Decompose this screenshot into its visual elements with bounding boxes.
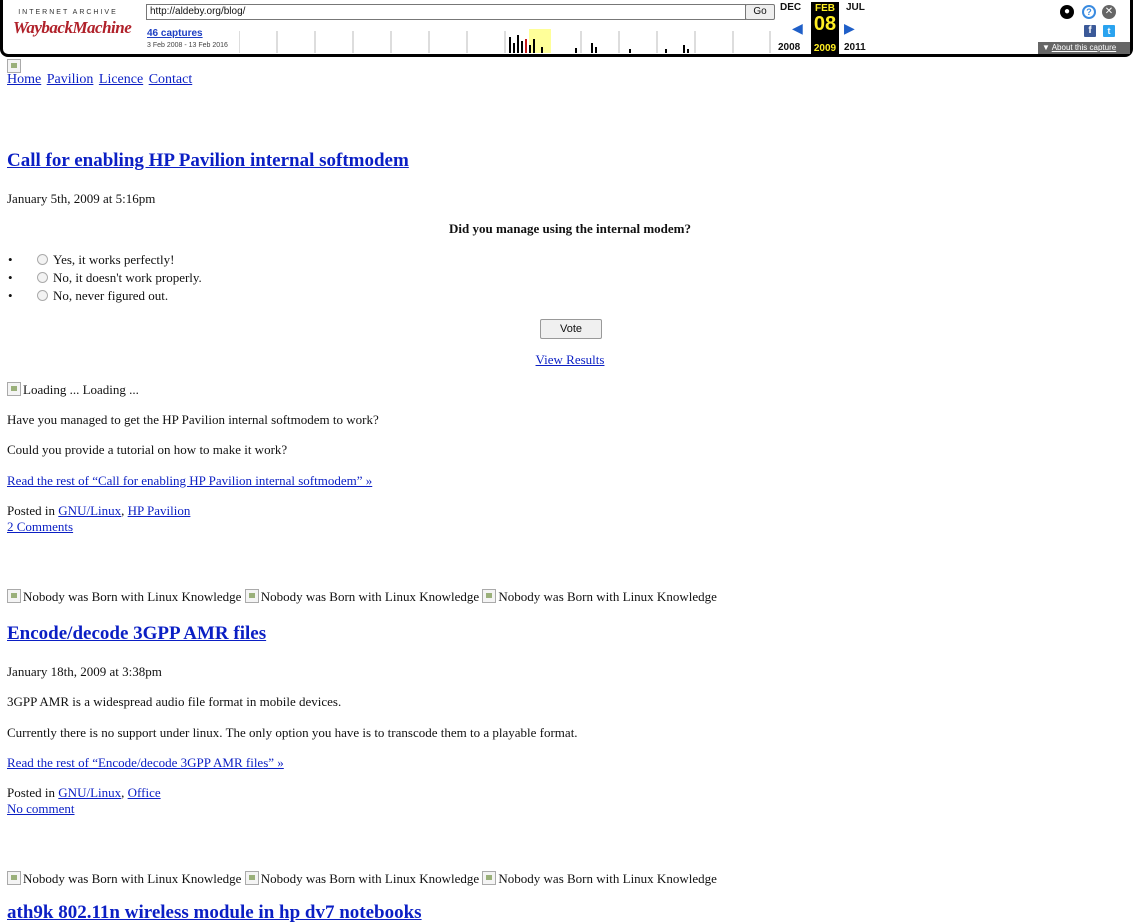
nav-licence[interactable]: Licence — [99, 72, 143, 87]
vote-button[interactable]: Vote — [540, 319, 602, 339]
category-link[interactable]: GNU/Linux — [58, 503, 121, 518]
read-more: Read the rest of “Encode/decode 3GPP AMR… — [7, 755, 284, 771]
toolbar-icons: ● ? ✕ f t — [1050, 5, 1120, 45]
about-capture-button[interactable]: ▼ About this capture — [1038, 42, 1130, 54]
post-date: January 5th, 2009 at 5:16pm — [7, 191, 156, 206]
poll-option: • No, it doesn't work properly. — [8, 270, 202, 285]
poll-question: Did you manage using the internal modem? — [449, 221, 691, 236]
poll-option: • No, never figured out. — [8, 288, 169, 303]
read-more-link[interactable]: Read the rest of “Call for enabling HP P… — [7, 473, 372, 488]
banner-alt: Nobody was Born with Linux Knowledge — [23, 871, 242, 886]
user-icon[interactable]: ● — [1060, 5, 1074, 19]
comments: 2 Comments — [7, 519, 73, 535]
banner-alt: Nobody was Born with Linux Knowledge — [498, 871, 717, 886]
banner-image — [7, 589, 21, 603]
category-link[interactable]: Office — [128, 785, 161, 800]
nav-home[interactable]: Home — [7, 72, 41, 87]
next-arrow-icon[interactable]: ▶ — [844, 20, 855, 37]
post-date: January 18th, 2009 at 3:38pm — [7, 664, 162, 679]
poll-radio[interactable] — [37, 272, 48, 283]
prev-year[interactable]: 2008 — [778, 42, 800, 53]
capture-sparkline[interactable] — [239, 27, 771, 53]
logo-main-text: WaybackMachine — [13, 18, 132, 37]
banner-alt: Nobody was Born with Linux Knowledge — [260, 589, 480, 604]
category-link[interactable]: HP Pavilion — [128, 503, 191, 518]
wayback-logo[interactable]: INTERNET ARCHIVE WaybackMachine — [13, 3, 132, 43]
post-paragraph: Currently there is no support under linu… — [7, 725, 578, 740]
banner-image — [7, 871, 21, 885]
post-title-link[interactable]: Call for enabling HP Pavilion internal s… — [7, 150, 409, 171]
posted-in-label: Posted in — [7, 785, 59, 800]
help-icon[interactable]: ? — [1082, 5, 1096, 19]
view-results-link[interactable]: View Results — [536, 352, 605, 367]
view-results: View Results — [0, 352, 1140, 368]
category-link[interactable]: GNU/Linux — [58, 785, 121, 800]
current-day: 08 — [813, 13, 837, 35]
close-icon[interactable]: ✕ — [1102, 5, 1116, 19]
post-title: Encode/decode 3GPP AMR files — [7, 623, 266, 645]
comments-link[interactable]: 2 Comments — [7, 519, 73, 534]
captures-count[interactable]: 46 captures — [147, 28, 203, 39]
banner-image — [244, 589, 259, 603]
poll-option: • Yes, it works perfectly! — [8, 252, 175, 267]
banner-alt: Nobody was Born with Linux Knowledge — [498, 589, 717, 604]
prev-month[interactable]: DEC — [780, 2, 801, 13]
poll-option-label: Yes, it works perfectly! — [53, 252, 175, 267]
loading-image — [7, 382, 21, 396]
month-navigator: DEC 2008 ◀ FEB 08 2009 ▶ JUL 2011 — [778, 2, 878, 56]
banner-row: Nobody was Born with Linux Knowledge Nob… — [7, 871, 717, 887]
poll-option-label: No, it doesn't work properly. — [53, 270, 202, 285]
facebook-icon[interactable]: f — [1084, 25, 1096, 37]
url-input[interactable]: http://aldeby.org/blog/ — [146, 4, 746, 20]
go-button[interactable]: Go — [745, 4, 775, 20]
post-paragraph: 3GPP AMR is a widespread audio file form… — [7, 694, 342, 709]
banner-image — [482, 589, 497, 603]
post-title: ath9k 802.11n wireless module in hp dv7 … — [7, 902, 422, 924]
next-month[interactable]: JUL — [846, 2, 865, 13]
banner-alt: Nobody was Born with Linux Knowledge — [260, 871, 480, 886]
post-paragraph: Could you provide a tutorial on how to m… — [7, 442, 288, 457]
current-year: 2009 — [813, 43, 837, 54]
read-more-link[interactable]: Read the rest of “Encode/decode 3GPP AMR… — [7, 755, 284, 770]
comments: No comment — [7, 801, 75, 817]
banner-image — [482, 871, 497, 885]
main-nav: Home Pavilion Licence Contact — [7, 72, 194, 88]
post-categories: Posted in GNU/Linux, HP Pavilion — [7, 503, 190, 519]
post-categories: Posted in GNU/Linux, Office — [7, 785, 161, 801]
poll-radio[interactable] — [37, 290, 48, 301]
header-image — [7, 59, 21, 73]
poll-radio[interactable] — [37, 254, 48, 265]
post-title-link[interactable]: ath9k 802.11n wireless module in hp dv7 … — [7, 902, 422, 923]
next-year[interactable]: 2011 — [844, 42, 866, 53]
banner-row: Nobody was Born with Linux Knowledge Nob… — [7, 589, 717, 605]
captures-range: 3 Feb 2008 - 13 Feb 2016 — [147, 42, 228, 49]
posted-in-label: Posted in — [7, 503, 59, 518]
prev-arrow-icon[interactable]: ◀ — [792, 20, 803, 37]
banner-image — [244, 871, 259, 885]
logo-top-text: INTERNET ARCHIVE — [18, 9, 118, 16]
nav-pavilion[interactable]: Pavilion — [47, 72, 94, 87]
read-more: Read the rest of “Call for enabling HP P… — [7, 473, 372, 489]
comments-link[interactable]: No comment — [7, 801, 75, 816]
poll-options: • Yes, it works perfectly! • No, it doesn'… — [8, 252, 202, 306]
post-title-link[interactable]: Encode/decode 3GPP AMR files — [7, 623, 266, 644]
post-title: Call for enabling HP Pavilion internal s… — [7, 150, 409, 172]
about-capture-label: About this capture — [1051, 43, 1117, 52]
banner-alt: Nobody was Born with Linux Knowledge — [23, 589, 242, 604]
poll-option-label: No, never figured out. — [53, 288, 169, 303]
loading-text: ... Loading ... — [66, 382, 139, 397]
captures-link[interactable]: 46 captures — [147, 28, 203, 39]
wayback-toolbar: INTERNET ARCHIVE WaybackMachine http://a… — [0, 0, 1133, 57]
current-capture-date: FEB 08 2009 — [811, 2, 839, 56]
nav-contact[interactable]: Contact — [149, 72, 193, 87]
loading-indicator: Loading ... Loading ... — [7, 382, 139, 398]
loading-alt: Loading — [23, 382, 67, 397]
post-paragraph: Have you managed to get the HP Pavilion … — [7, 412, 379, 427]
twitter-icon[interactable]: t — [1103, 25, 1115, 37]
